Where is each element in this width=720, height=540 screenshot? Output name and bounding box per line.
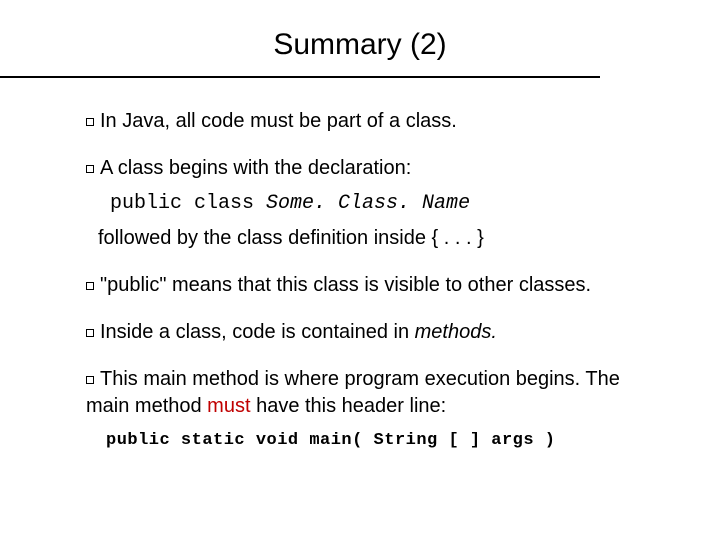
bullet-3-text: "public" means that this class is visibl… [100, 274, 591, 296]
bullet-2-text: A class begins with the declaration: [100, 157, 411, 179]
bullet-5-text-b: have this header line: [251, 395, 447, 417]
bullet-4: Inside a class, code is contained in met… [86, 319, 660, 346]
horizontal-rule [0, 76, 600, 78]
bullet-2: A class begins with the declaration: pub… [86, 155, 660, 252]
bullet-1: In Java, all code must be part of a clas… [86, 108, 660, 135]
bullet-3: "public" means that this class is visibl… [86, 272, 660, 299]
bullet-square-icon [86, 118, 94, 126]
bullet-5-must: must [207, 395, 250, 417]
bullet-4-methods: methods. [415, 321, 497, 343]
bullet-4-text-a: Inside a class, code is contained in [100, 321, 415, 343]
rule-area [40, 68, 680, 90]
main-method-code: public static void main( String [ ] args… [106, 430, 660, 453]
title-wrap: Summary (2) [40, 28, 680, 62]
code-keyword: public class [110, 192, 266, 215]
follow-text-a: followed by the class definition inside … [98, 227, 438, 249]
bullet-1-text: In Java, all code must be part of a clas… [100, 110, 457, 132]
content: In Java, all code must be part of a clas… [40, 108, 680, 453]
bullet-square-icon [86, 165, 94, 173]
bullet-square-icon [86, 329, 94, 337]
bullet-5: This main method is where program execut… [86, 366, 660, 453]
bullet-2-follow: followed by the class definition inside … [98, 225, 660, 252]
code-classname: Some. Class. Name [266, 192, 470, 215]
bullet-square-icon [86, 376, 94, 384]
slide-title: Summary (2) [273, 28, 446, 62]
bullet-square-icon [86, 282, 94, 290]
slide: Summary (2) In Java, all code must be pa… [0, 0, 720, 540]
follow-text-b: . . . } [438, 227, 484, 249]
bullet-2-code: public class Some. Class. Name [110, 190, 660, 217]
